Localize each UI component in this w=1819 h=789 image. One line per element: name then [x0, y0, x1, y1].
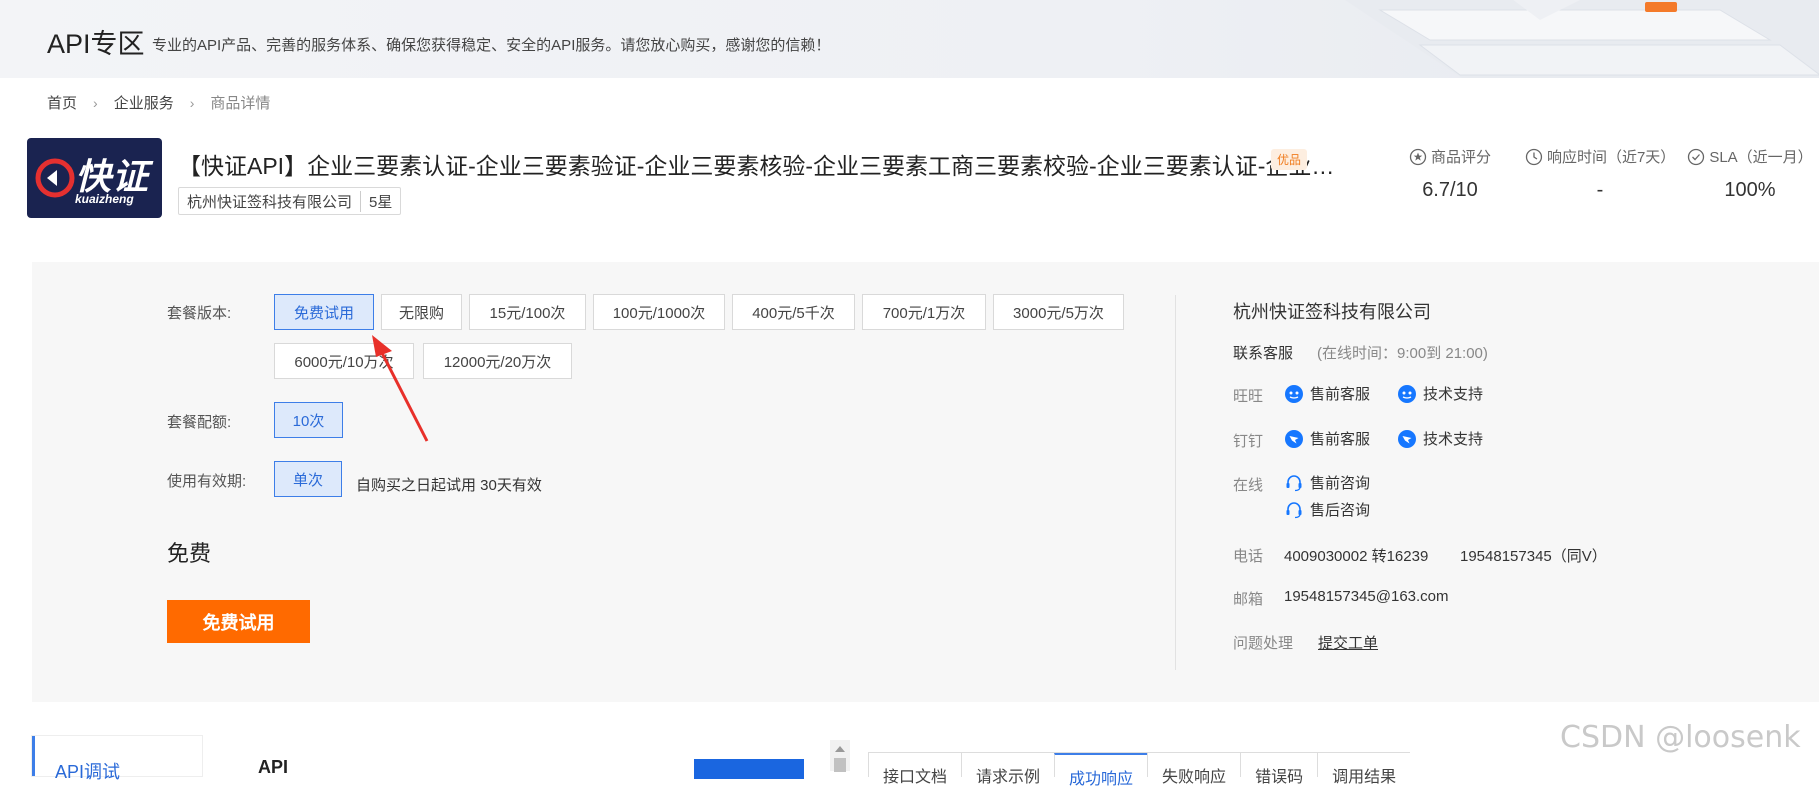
tab-error-codes[interactable]: 错误码: [1240, 753, 1317, 786]
banner-subtitle: 专业的API产品、完善的服务体系、确保您获得稳定、安全的API服务。请您放心购买…: [152, 37, 831, 54]
vendor-tag[interactable]: 杭州快证签科技有限公司 5星: [178, 187, 402, 215]
metric-sla-label: SLA（近一月）: [1709, 149, 1813, 166]
vendor-rating: 5星: [360, 190, 400, 212]
tab-api-debug[interactable]: API调试: [32, 736, 202, 782]
plan-option-unlimited[interactable]: 无限购: [381, 294, 462, 330]
product-metrics: 商品评分 6.7/10 响应时间（近7天） - SLA（近一月） 100%: [1375, 146, 1819, 202]
logo-mark-icon: [35, 158, 75, 198]
metric-sla: SLA（近一月） 100%: [1675, 146, 1819, 202]
validity-note: 自购买之日起试用 30天有效: [356, 477, 542, 494]
wangwang-presale-label[interactable]: 售前客服: [1310, 383, 1370, 404]
wangwang-label: 旺旺: [1233, 388, 1264, 405]
logo-subtext: kuaizheng: [75, 192, 134, 206]
tab-api-debug-label[interactable]: API调试: [55, 758, 120, 784]
panel-divider: [1175, 295, 1176, 670]
metric-rating-value: 6.7/10: [1422, 179, 1478, 201]
metric-response: 响应时间（近7天） -: [1525, 146, 1675, 202]
dingding-presale-label[interactable]: 售前客服: [1310, 428, 1370, 449]
support-cs-label: 联系客服: [1233, 345, 1294, 362]
plan-option-100[interactable]: 100元/1000次: [593, 294, 725, 330]
breadcrumb-current: 商品详情: [210, 95, 271, 112]
banner-decoration: [1345, 0, 1819, 78]
wangwang-tech-label[interactable]: 技术支持: [1423, 383, 1483, 404]
api-heading: API: [258, 757, 289, 777]
dingding-tech-link[interactable]: 技术支持: [1397, 428, 1483, 449]
quality-badge: 优品: [1271, 149, 1308, 170]
plan-option-400[interactable]: 400元/5千次: [732, 294, 855, 330]
chevron-right-icon: ›: [189, 94, 195, 111]
api-action-button[interactable]: [694, 759, 804, 779]
scroll-up-arrow-icon[interactable]: [835, 746, 845, 752]
submit-ticket-link[interactable]: 提交工单: [1318, 632, 1378, 653]
dingding-presale-link[interactable]: 售前客服: [1284, 428, 1370, 449]
phone-value: 4009030002 转16239: [1284, 548, 1429, 565]
phone-value-2: 19548157345（同V）: [1460, 548, 1607, 565]
breadcrumb-enterprise[interactable]: 企业服务: [114, 92, 174, 113]
dingtalk-icon: [1284, 429, 1304, 449]
presale-consult-link[interactable]: 售前咨询: [1284, 472, 1370, 493]
email-label: 邮箱: [1233, 591, 1264, 608]
tab-request-example[interactable]: 请求示例: [961, 753, 1054, 786]
banner-title: API专区: [47, 29, 145, 59]
plan-quota-label: 套餐配额:: [167, 414, 232, 431]
wangwang-icon: [1284, 384, 1304, 404]
top-banner: API专区 专业的API产品、完善的服务体系、确保您获得稳定、安全的API服务。…: [0, 0, 1819, 78]
headset-icon: [1284, 473, 1304, 493]
plan-price: 免费: [167, 541, 212, 566]
headset-icon: [1284, 500, 1304, 520]
breadcrumb: 首页 › 企业服务 › 商品详情: [47, 92, 270, 113]
support-cs-hours: (在线时间：9:00到 21:00): [1317, 345, 1488, 362]
plan-option-12000[interactable]: 12000元/20万次: [423, 343, 572, 379]
doc-tabs: 接口文档 请求示例 成功响应 失败响应 错误码 调用结果: [868, 752, 1411, 788]
email-value: 19548157345@163.com: [1284, 588, 1449, 605]
dingtalk-icon: [1397, 429, 1417, 449]
vendor-name[interactable]: 杭州快证签科技有限公司: [179, 191, 360, 212]
aftersale-consult-link[interactable]: 售后咨询: [1284, 499, 1370, 520]
dingding-label: 钉钉: [1233, 433, 1264, 450]
tab-fail-response[interactable]: 失败响应: [1147, 753, 1240, 786]
plan-option-3000[interactable]: 3000元/5万次: [993, 294, 1124, 330]
tab-call-result[interactable]: 调用结果: [1317, 753, 1410, 786]
wangwang-presale-link[interactable]: 售前客服: [1284, 383, 1370, 404]
phone-label: 电话: [1233, 548, 1264, 565]
plan-quota-option[interactable]: 10次: [274, 402, 343, 438]
dingding-tech-label[interactable]: 技术支持: [1423, 428, 1483, 449]
metric-response-label: 响应时间（近7天）: [1546, 149, 1676, 166]
metric-rating-label: 商品评分: [1430, 149, 1491, 166]
tab-doc[interactable]: 接口文档: [868, 753, 961, 786]
plan-option-700[interactable]: 700元/1万次: [862, 294, 986, 330]
star-circle-icon: [1409, 148, 1427, 165]
online-label: 在线: [1233, 477, 1264, 494]
watermark: CSDN @loosenk: [1560, 720, 1801, 755]
aftersale-consult-label[interactable]: 售后咨询: [1310, 499, 1370, 520]
chevron-right-icon: ›: [93, 94, 98, 111]
plan-option-free-trial[interactable]: 免费试用: [274, 294, 374, 330]
metric-rating: 商品评分 6.7/10: [1375, 146, 1525, 202]
metric-response-value: -: [1596, 179, 1604, 201]
wangwang-icon: [1397, 384, 1417, 404]
support-company: 杭州快证签科技有限公司: [1233, 302, 1431, 322]
clock-icon: [1525, 148, 1543, 165]
wangwang-tech-link[interactable]: 技术支持: [1397, 383, 1483, 404]
issue-label: 问题处理: [1233, 635, 1294, 652]
presale-consult-label[interactable]: 售前咨询: [1310, 472, 1370, 493]
metric-sla-value: 100%: [1724, 179, 1776, 201]
free-trial-button[interactable]: 免费试用: [167, 600, 310, 643]
scrollbar[interactable]: [830, 740, 850, 772]
check-circle-icon: [1688, 148, 1705, 165]
plan-option-6000[interactable]: 6000元/10万次: [274, 343, 414, 379]
plan-validity-option[interactable]: 单次: [274, 461, 342, 497]
product-title: 【快证API】企业三要素认证-企业三要素验证-企业三要素核验-企业三要素工商三要…: [178, 153, 1335, 179]
tab-success-response[interactable]: 成功响应: [1054, 753, 1148, 788]
plan-option-15[interactable]: 15元/100次: [469, 294, 586, 330]
breadcrumb-home[interactable]: 首页: [47, 92, 77, 113]
plan-version-label: 套餐版本:: [167, 305, 232, 322]
product-logo: 快证 kuaizheng: [27, 138, 162, 218]
plan-validity-label: 使用有效期:: [167, 473, 247, 490]
